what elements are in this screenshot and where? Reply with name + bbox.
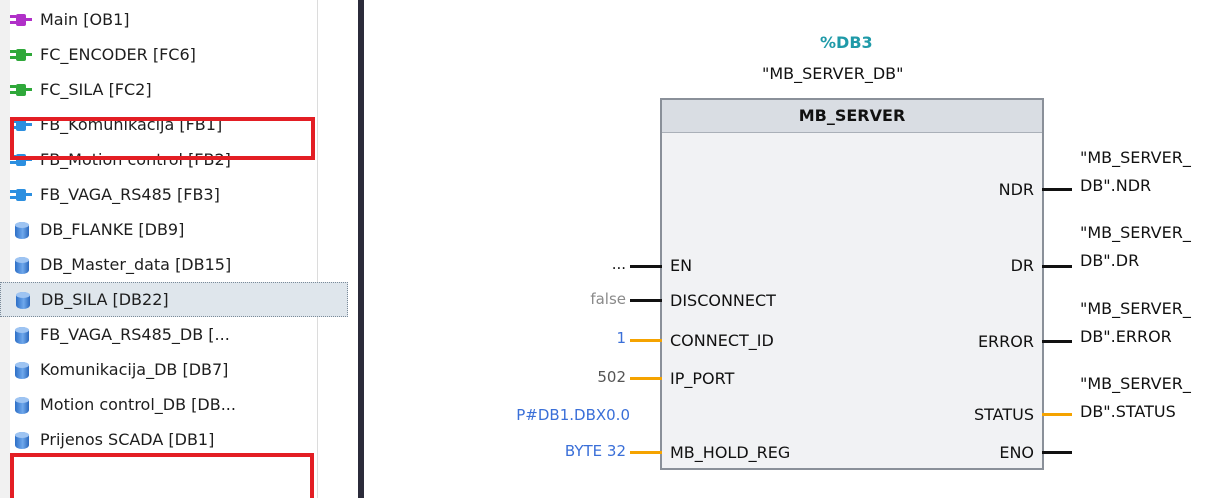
fc-block-icon [10, 46, 32, 64]
status-operand-line2[interactable]: DB".STATUS [1080, 402, 1176, 421]
mb-hold-reg-operand-line2[interactable]: BYTE 32 [565, 442, 626, 460]
tree-item-label: FC_ENCODER [FC6] [40, 45, 196, 64]
error-operand-line1[interactable]: "MB_SERVER_ [1080, 299, 1191, 318]
dr-operand-line2[interactable]: DB".DR [1080, 251, 1139, 270]
database-icon [11, 291, 33, 309]
database-icon [10, 221, 32, 239]
fc-block-icon [10, 81, 32, 99]
tree-item-db-master-data[interactable]: DB_Master_data [DB15] [10, 247, 318, 282]
tree-item-fc-sila[interactable]: FC_SILA [FC2] [10, 72, 318, 107]
project-tree: Main [OB1] FC_ENCODER [FC6] FC_SILA [FC2… [0, 0, 358, 498]
tree-item-main-ob1[interactable]: Main [OB1] [10, 2, 318, 37]
instance-db-name[interactable]: "MB_SERVER_DB" [762, 64, 903, 83]
pin-eno: ENO [999, 443, 1034, 462]
tree-item-label: Komunikacija_DB [DB7] [40, 360, 229, 379]
database-icon [10, 396, 32, 414]
wire-en [630, 265, 662, 268]
highlight-frame-prijenos-scada [10, 453, 314, 498]
wire-dr [1042, 265, 1072, 268]
wire-error [1042, 340, 1072, 343]
tree-item-fb-vaga-rs485-db[interactable]: FB_VAGA_RS485_DB [... [10, 317, 318, 352]
disconnect-operand[interactable]: false [590, 290, 626, 308]
tree-item-fb-vaga-rs485[interactable]: FB_VAGA_RS485 [FB3] [10, 177, 318, 212]
wire-connect-id [630, 339, 662, 342]
connect-id-operand[interactable]: 1 [616, 329, 626, 347]
highlight-frame-fb-komunikacija [10, 117, 315, 160]
tree-item-fc-encoder[interactable]: FC_ENCODER [FC6] [10, 37, 318, 72]
pin-ip-port: IP_PORT [670, 369, 735, 388]
pin-disconnect: DISCONNECT [670, 291, 776, 310]
wire-status [1042, 413, 1072, 416]
tree-item-label: Motion control_DB [DB... [40, 395, 236, 414]
pin-mb-hold-reg: MB_HOLD_REG [670, 443, 791, 462]
database-icon [10, 361, 32, 379]
ndr-operand-line1[interactable]: "MB_SERVER_ [1080, 148, 1191, 167]
wire-eno [1042, 451, 1072, 454]
tree-item-label: Prijenos SCADA [DB1] [40, 430, 215, 449]
pin-error: ERROR [977, 332, 1034, 351]
tree-item-motion-control-db[interactable]: Motion control_DB [DB... [10, 387, 318, 422]
wire-ndr [1042, 188, 1072, 191]
database-icon [10, 431, 32, 449]
pin-en: EN [670, 256, 693, 275]
block-title: MB_SERVER [662, 100, 1042, 133]
database-icon [10, 326, 32, 344]
status-operand-line1[interactable]: "MB_SERVER_ [1080, 374, 1191, 393]
pin-dr: DR [1010, 256, 1034, 275]
tree-item-prijenos-scada[interactable]: Prijenos SCADA [DB1] [10, 422, 318, 457]
wire-mb-hold-reg [630, 451, 662, 454]
en-operand[interactable]: ... [612, 255, 626, 273]
db-address: %DB3 [820, 33, 873, 52]
ob-block-icon [10, 11, 32, 29]
tree-item-label: Main [OB1] [40, 10, 130, 29]
tree-item-db-sila[interactable]: DB_SILA [DB22] [0, 282, 348, 317]
tree-item-db-flanke[interactable]: DB_FLANKE [DB9] [10, 212, 318, 247]
mb-hold-reg-operand-line1[interactable]: P#DB1.DBX0.0 [516, 406, 630, 424]
pin-connect-id: CONNECT_ID [670, 331, 774, 350]
fb-block-icon [10, 186, 32, 204]
panel-splitter[interactable] [358, 0, 364, 498]
tree-item-label: DB_SILA [DB22] [41, 290, 169, 309]
ndr-operand-line2[interactable]: DB".NDR [1080, 176, 1151, 195]
tree-item-label: DB_FLANKE [DB9] [40, 220, 185, 239]
pin-ndr: NDR [998, 180, 1034, 199]
tree-item-label: FB_VAGA_RS485 [FB3] [40, 185, 220, 204]
dr-operand-line1[interactable]: "MB_SERVER_ [1080, 223, 1191, 242]
wire-ip-port [630, 377, 662, 380]
tree-item-komunikacija-db[interactable]: Komunikacija_DB [DB7] [10, 352, 318, 387]
error-operand-line2[interactable]: DB".ERROR [1080, 327, 1172, 346]
wire-disconnect [630, 299, 662, 302]
tree-item-label: FC_SILA [FC2] [40, 80, 152, 99]
pin-status: STATUS [973, 405, 1034, 424]
ip-port-operand[interactable]: 502 [597, 368, 626, 386]
tree-item-label: DB_Master_data [DB15] [40, 255, 232, 274]
tree-gutter [0, 0, 10, 498]
tree-item-label: FB_VAGA_RS485_DB [... [40, 325, 230, 344]
database-icon [10, 256, 32, 274]
